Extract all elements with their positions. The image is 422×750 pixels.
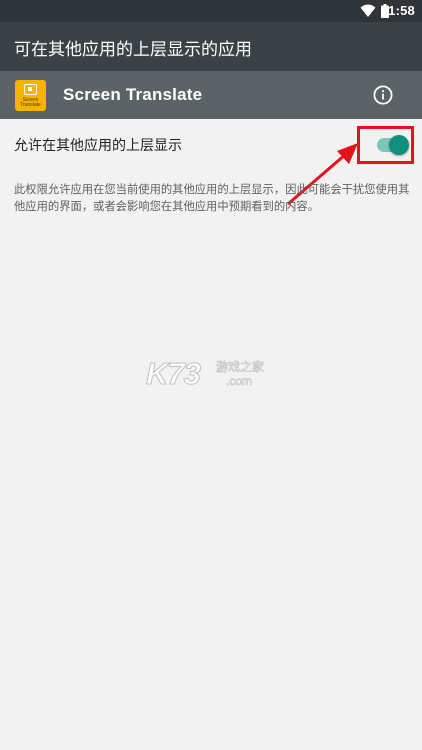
watermark-logo: K73 游戏之家 .com bbox=[146, 354, 276, 396]
page-title: 可在其他应用的上层显示的应用 bbox=[14, 40, 252, 60]
info-icon[interactable] bbox=[373, 85, 393, 105]
app-icon: Screen Translate bbox=[15, 80, 46, 111]
translate-icon bbox=[24, 84, 37, 95]
app-bar: 可在其他应用的上层显示的应用 bbox=[0, 22, 422, 71]
app-name: Screen Translate bbox=[63, 85, 203, 104]
status-bar: 11:58 bbox=[0, 0, 422, 22]
watermark-brand: K73 bbox=[146, 356, 202, 392]
annotation-highlight-box bbox=[357, 126, 414, 164]
app-header: Screen Translate Screen Translate bbox=[0, 71, 422, 119]
watermark-domain: .com bbox=[226, 374, 253, 389]
status-time: 11:58 bbox=[381, 3, 415, 18]
app-icon-text-line2: Translate bbox=[20, 102, 41, 108]
permission-description: 此权限允许应用在您当前使用的其他应用的上层显示，因此可能会干扰您使用其他应用的界… bbox=[14, 183, 410, 213]
watermark-chinese: 游戏之家 bbox=[216, 360, 265, 375]
wifi-icon bbox=[360, 4, 376, 17]
setting-label: 允许在其他应用的上层显示 bbox=[14, 138, 182, 154]
